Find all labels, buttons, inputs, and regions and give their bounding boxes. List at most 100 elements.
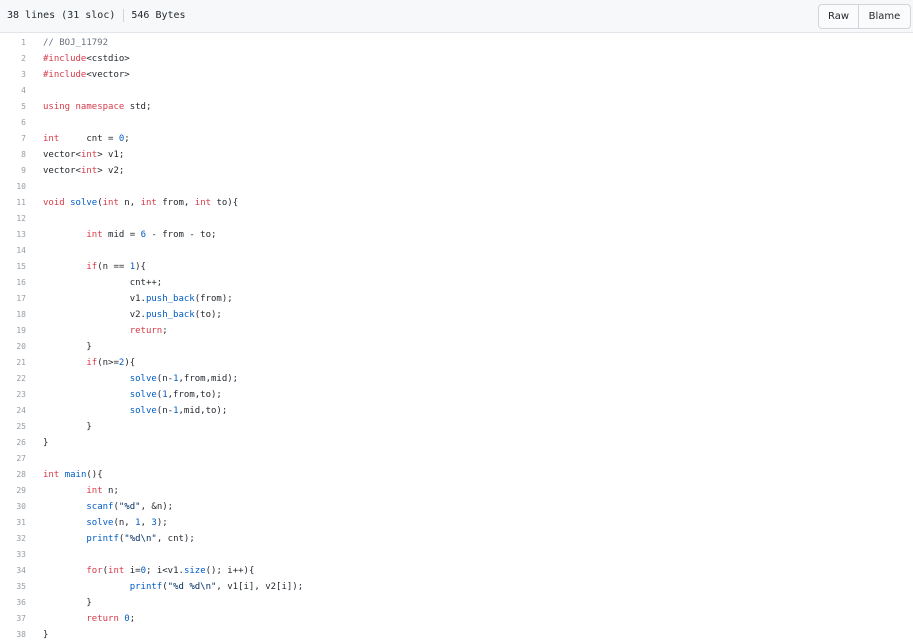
line-content: int mid = 6 - from - to;	[43, 227, 216, 243]
line-content: vector<int> v2;	[43, 163, 124, 179]
text-token: }	[43, 630, 49, 640]
line-number[interactable]: 19	[0, 323, 26, 339]
keyword-token: int	[140, 198, 157, 208]
code-line: 28 int main(){	[0, 467, 913, 483]
keyword-token: int	[86, 486, 103, 496]
line-number[interactable]: 20	[0, 339, 26, 355]
line-number[interactable]: 29	[0, 483, 26, 499]
line-number[interactable]: 30	[0, 499, 26, 515]
line-number[interactable]: 16	[0, 275, 26, 291]
line-number[interactable]: 24	[0, 403, 26, 419]
line-number[interactable]: 25	[0, 419, 26, 435]
line-content: printf("%d %d\n", v1[i], v2[i]);	[43, 579, 303, 595]
line-number[interactable]: 27	[0, 451, 26, 467]
code-line: 2 #include<cstdio>	[0, 51, 913, 67]
text-token: , cnt);	[156, 534, 195, 544]
line-number[interactable]: 37	[0, 611, 26, 627]
code-line: 18 v2.push_back(to);	[0, 307, 913, 323]
line-content: v1.push_back(from);	[43, 291, 233, 307]
line-number[interactable]: 33	[0, 547, 26, 563]
code-line: 8 vector<int> v1;	[0, 147, 913, 163]
line-number[interactable]: 11	[0, 195, 26, 211]
line-content: #include<vector>	[43, 67, 130, 83]
line-number[interactable]: 34	[0, 563, 26, 579]
code-line: 25 }	[0, 419, 913, 435]
line-number[interactable]: 26	[0, 435, 26, 451]
line-number[interactable]: 14	[0, 243, 26, 259]
line-number[interactable]: 21	[0, 355, 26, 371]
line-content: solve(n, 1, 3);	[43, 515, 167, 531]
line-number[interactable]: 2	[0, 51, 26, 67]
line-count: 38 lines (31 sloc)	[7, 10, 116, 21]
code-line: 16 cnt++;	[0, 275, 913, 291]
text-token: n,	[118, 198, 141, 208]
text-token: ){	[124, 358, 136, 368]
keyword-token: return	[129, 326, 163, 336]
text-token: cnt =	[59, 134, 119, 144]
keyword-token: int	[108, 566, 125, 576]
function-token: push_back	[145, 310, 195, 320]
text-token: <vector>	[86, 70, 130, 80]
code-line: 31 solve(n, 1, 3);	[0, 515, 913, 531]
function-token: push_back	[145, 294, 195, 304]
text-token: ,	[140, 518, 152, 528]
line-number[interactable]: 18	[0, 307, 26, 323]
code-line: 17 v1.push_back(from);	[0, 291, 913, 307]
line-number[interactable]: 7	[0, 131, 26, 147]
text-token: (to);	[194, 310, 222, 320]
blame-button[interactable]: Blame	[858, 5, 910, 28]
line-number[interactable]: 17	[0, 291, 26, 307]
line-number[interactable]: 3	[0, 67, 26, 83]
line-number[interactable]: 4	[0, 83, 26, 99]
line-number[interactable]: 15	[0, 259, 26, 275]
line-number[interactable]: 36	[0, 595, 26, 611]
code-line: 5 using namespace std;	[0, 99, 913, 115]
line-number[interactable]: 28	[0, 467, 26, 483]
function-token: printf	[86, 534, 119, 544]
keyword-token: int	[43, 134, 60, 144]
line-number[interactable]: 23	[0, 387, 26, 403]
text-token: v1.	[43, 294, 146, 304]
text-token: v2.	[43, 310, 146, 320]
text-token: ;	[124, 134, 130, 144]
function-token: scanf	[86, 502, 114, 512]
text-token: > v1;	[97, 150, 125, 160]
line-number[interactable]: 38	[0, 627, 26, 643]
string-token: "%d %d\n"	[167, 582, 217, 592]
code-line: 1 // BOJ_11792	[0, 35, 913, 51]
line-number[interactable]: 35	[0, 579, 26, 595]
line-content: int cnt = 0;	[43, 131, 130, 147]
code-line: 37 return 0;	[0, 611, 913, 627]
raw-button[interactable]: Raw	[819, 5, 858, 28]
function-token: solve	[70, 198, 98, 208]
line-number[interactable]: 5	[0, 99, 26, 115]
line-number[interactable]: 6	[0, 115, 26, 131]
line-content: v2.push_back(to);	[43, 307, 222, 323]
line-number[interactable]: 8	[0, 147, 26, 163]
string-token: "%d"	[118, 502, 141, 512]
line-number[interactable]: 10	[0, 179, 26, 195]
code-line: 23 solve(1,from,to);	[0, 387, 913, 403]
line-number[interactable]: 31	[0, 515, 26, 531]
code-line: 19 return;	[0, 323, 913, 339]
line-number[interactable]: 1	[0, 35, 26, 51]
keyword-token: if	[86, 262, 98, 272]
line-number[interactable]: 13	[0, 227, 26, 243]
line-content: // BOJ_11792	[43, 35, 108, 51]
text-token: <cstdio>	[86, 54, 130, 64]
text-token: (n>=	[97, 358, 119, 368]
text-token: cnt++;	[43, 278, 163, 288]
file-header: 38 lines (31 sloc) 546 Bytes Raw Blame	[0, 0, 913, 33]
text-token: vector<	[43, 166, 81, 176]
text-token: ,from,to);	[167, 390, 222, 400]
line-number[interactable]: 12	[0, 211, 26, 227]
text-token: (from);	[194, 294, 233, 304]
keyword-token: namespace	[75, 102, 125, 112]
line-number[interactable]: 9	[0, 163, 26, 179]
line-number[interactable]: 32	[0, 531, 26, 547]
line-content: solve(n-1,from,mid);	[43, 371, 238, 387]
line-number[interactable]: 22	[0, 371, 26, 387]
